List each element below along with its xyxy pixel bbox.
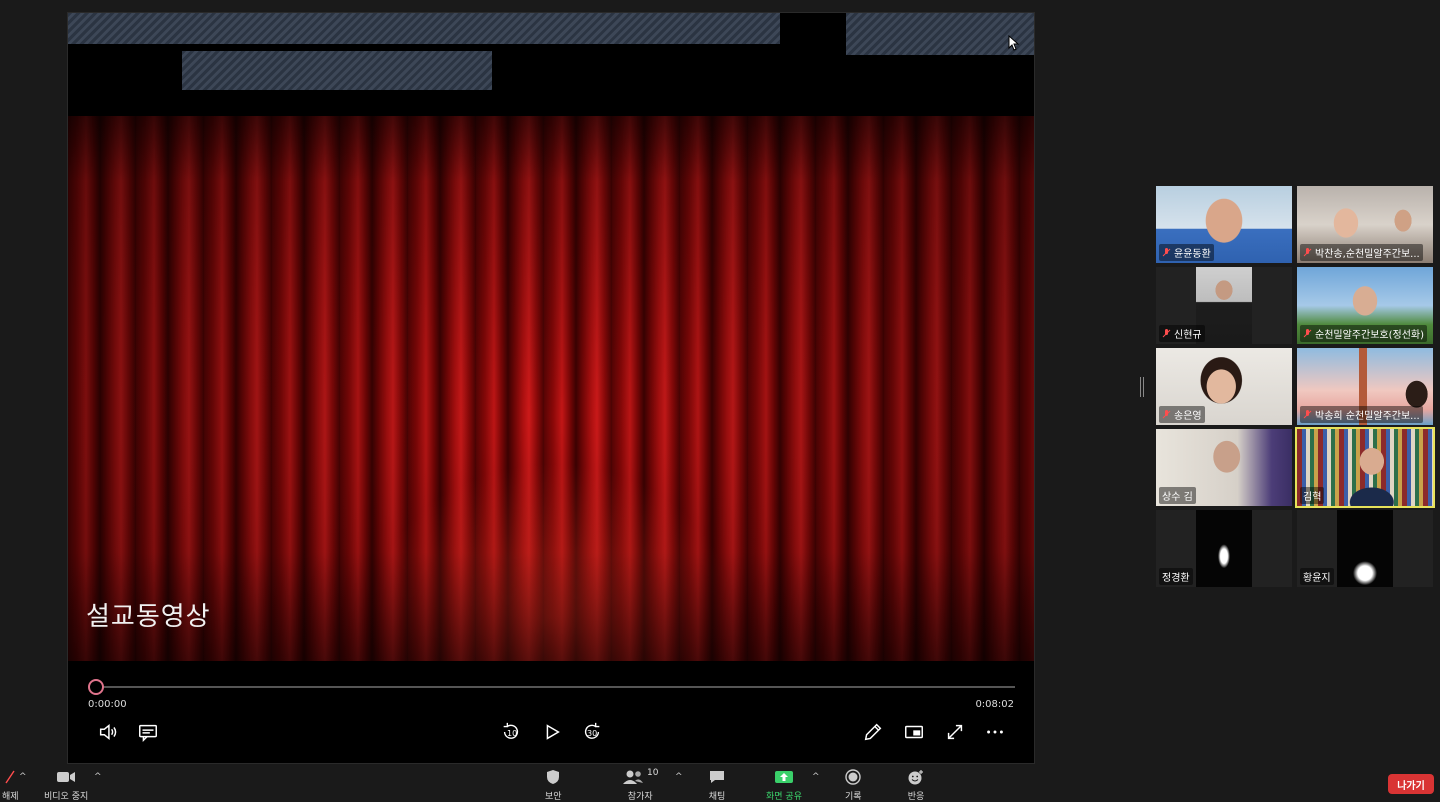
muted-mic-icon: [1162, 328, 1171, 337]
participant-name: 박찬송,순천밀알주간보...: [1315, 249, 1420, 260]
forward-label: 30: [587, 729, 598, 738]
share-screen-icon: [774, 771, 793, 783]
participants-button[interactable]: 10 참가자: [622, 768, 658, 802]
record-label: 기록: [845, 792, 862, 802]
participant-tile-active-speaker[interactable]: 김혁: [1295, 427, 1435, 508]
pencil-icon: [864, 723, 882, 741]
redacted-bar: [182, 51, 492, 90]
time-total: 0:08:02: [975, 699, 1014, 710]
more-options-button[interactable]: [982, 719, 1008, 745]
microphone-icon: [5, 770, 15, 784]
shield-icon: [547, 770, 560, 784]
reactions-button[interactable]: 반응: [907, 768, 925, 802]
participant-name: 윤윤동환: [1174, 249, 1211, 260]
seek-bar[interactable]: [95, 686, 1015, 688]
participant-tile[interactable]: 정경환: [1156, 510, 1292, 587]
participant-tile[interactable]: 황윤지: [1297, 510, 1433, 587]
muted-mic-icon: [1303, 409, 1312, 418]
participant-name: 박송희 순천밀알주간보...: [1315, 411, 1420, 422]
participant-tile[interactable]: 신현규: [1156, 267, 1292, 344]
muted-mic-icon: [1303, 247, 1312, 256]
participants-count: 10: [647, 768, 659, 778]
mouse-cursor-icon: [1008, 35, 1020, 51]
participant-name: 송은영: [1174, 411, 1202, 422]
record-icon: [845, 769, 861, 785]
smiley-plus-icon: [908, 770, 923, 785]
participant-tile[interactable]: 박송희 순천밀알주간보...: [1297, 348, 1433, 425]
seek-handle[interactable]: [88, 679, 104, 695]
participant-name: 정경환: [1162, 573, 1190, 584]
people-icon: [623, 770, 643, 784]
participant-name: 신현규: [1174, 330, 1202, 341]
forward-30-button[interactable]: 30: [579, 719, 605, 745]
chat-bubble-icon: [710, 771, 724, 783]
volume-button[interactable]: [95, 719, 121, 745]
chat-button[interactable]: 채팅: [708, 768, 726, 802]
annotate-button[interactable]: [860, 719, 886, 745]
leave-meeting-button[interactable]: 나가기: [1388, 774, 1434, 794]
security-label: 보안: [545, 792, 562, 802]
video-label: 비디오 중지: [44, 792, 89, 802]
muted-mic-icon: [1162, 247, 1171, 256]
video-frame-curtain[interactable]: 설교동영상: [68, 116, 1034, 661]
participant-tile[interactable]: 박찬송,순천밀알주간보...: [1297, 186, 1433, 263]
participants-options-caret[interactable]: ^: [675, 772, 683, 782]
share-screen-button[interactable]: 화면 공유: [766, 768, 802, 802]
gallery-resize-handle[interactable]: [1140, 377, 1144, 397]
mini-player-icon: [905, 725, 923, 739]
shared-screen[interactable]: 설교동영상 0:00:00 0:08:02 10 30: [67, 12, 1035, 764]
video-camera-icon: [57, 772, 76, 782]
video-options-caret[interactable]: ^: [94, 772, 102, 782]
ellipsis-icon: [987, 730, 1003, 734]
audio-options-caret[interactable]: ^: [19, 772, 27, 782]
participant-tile[interactable]: 윤윤동환: [1156, 186, 1292, 263]
play-icon: [546, 724, 560, 740]
unmute-button[interactable]: 해제: [2, 768, 19, 802]
participants-label: 참가자: [627, 792, 653, 802]
mini-player-button[interactable]: [901, 719, 927, 745]
record-button[interactable]: 기록: [845, 768, 862, 802]
rewind-10-button[interactable]: 10: [498, 719, 524, 745]
participant-tile[interactable]: 순천밀알주간보호(정선화): [1297, 267, 1433, 344]
muted-mic-icon: [1162, 409, 1171, 418]
play-button[interactable]: [539, 719, 565, 745]
captions-button[interactable]: [135, 719, 161, 745]
muted-mic-icon: [1303, 328, 1312, 337]
security-button[interactable]: 보안: [545, 768, 562, 802]
participant-name: 황윤지: [1303, 573, 1331, 584]
unmute-label: 해제: [2, 792, 19, 802]
chat-label: 채팅: [708, 792, 726, 802]
participant-name: 상수 김: [1162, 492, 1193, 503]
participant-name: 순천밀알주간보호(정선화): [1315, 330, 1425, 341]
captions-icon: [139, 724, 157, 743]
reactions-label: 반응: [907, 792, 925, 802]
rewind-label: 10: [507, 729, 518, 738]
participant-name: 김혁: [1303, 492, 1322, 503]
meeting-toolbar: 해제 ^ 비디오 중지 ^ 보안 10 참가자 ^ 채팅 화면 공유 ^ 기록: [0, 764, 1440, 802]
share-label: 화면 공유: [766, 792, 802, 802]
fullscreen-button[interactable]: [942, 719, 968, 745]
participant-tile[interactable]: 상수 김: [1156, 429, 1292, 506]
time-current: 0:00:00: [88, 699, 127, 710]
redacted-bar: [68, 13, 780, 44]
participant-tile[interactable]: 송은영: [1156, 348, 1292, 425]
video-title: 설교동영상: [86, 602, 211, 632]
expand-icon: [947, 724, 963, 740]
zoom-meeting-window: 설교동영상 0:00:00 0:08:02 10 30 윤윤동환 박찬송,순천밀…: [0, 0, 1440, 802]
speaker-icon: [99, 724, 117, 740]
redacted-bar: [846, 13, 1034, 55]
stop-video-button[interactable]: 비디오 중지: [44, 768, 88, 802]
share-options-caret[interactable]: ^: [812, 772, 820, 782]
